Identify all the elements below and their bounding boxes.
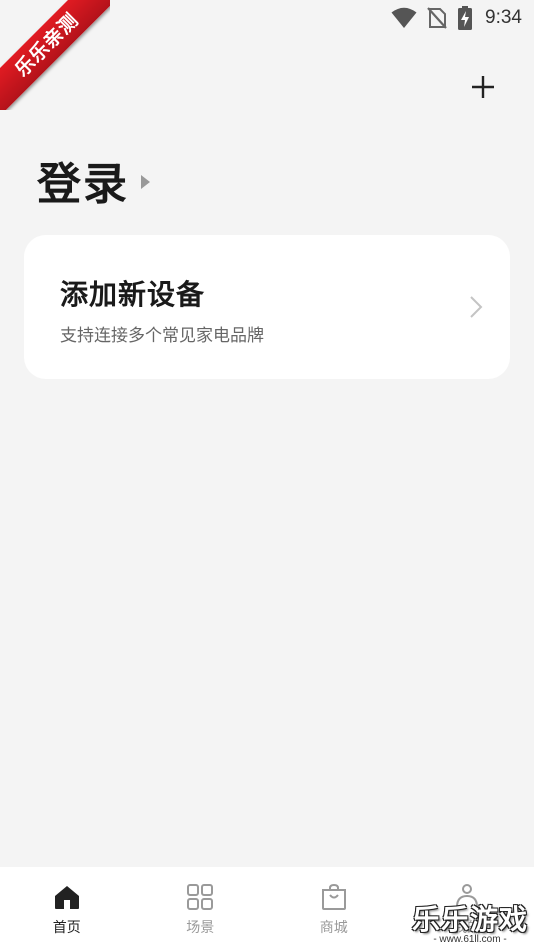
add-device-card[interactable]: 添加新设备 支持连接多个常见家电品牌	[24, 235, 510, 379]
home-icon	[54, 886, 79, 909]
nav-item-shop[interactable]: 商城	[267, 867, 401, 951]
nav-item-home[interactable]: 首页	[0, 867, 134, 951]
no-sim-icon	[427, 7, 447, 29]
chevron-right-icon	[470, 296, 483, 318]
corner-ribbon: 乐乐亲测	[0, 0, 110, 110]
nav-label-home: 首页	[52, 920, 81, 936]
ribbon-label: 乐乐亲测	[0, 0, 110, 110]
status-time: 9:34	[485, 7, 522, 28]
nav-label-shop: 商城	[319, 920, 348, 936]
add-button[interactable]	[466, 70, 500, 104]
login-title: 登录	[37, 159, 129, 210]
watermark-title: 乐乐游戏	[411, 903, 528, 936]
caret-right-icon	[141, 175, 150, 189]
watermark: 乐乐游戏 - www.61ll.com -	[411, 903, 528, 946]
grid-icon	[187, 884, 214, 910]
plus-icon	[472, 76, 494, 98]
status-icons: 9:34	[391, 6, 522, 30]
nav-label-scenes: 场景	[186, 920, 215, 936]
login-link[interactable]: 登录	[37, 148, 150, 212]
wifi-icon	[391, 7, 417, 28]
battery-charging-icon	[458, 6, 473, 30]
nav-item-scenes[interactable]: 场景	[134, 867, 268, 951]
card-title: 添加新设备	[60, 278, 206, 311]
shopping-bag-icon	[321, 883, 346, 910]
card-subtitle: 支持连接多个常见家电品牌	[60, 326, 264, 346]
